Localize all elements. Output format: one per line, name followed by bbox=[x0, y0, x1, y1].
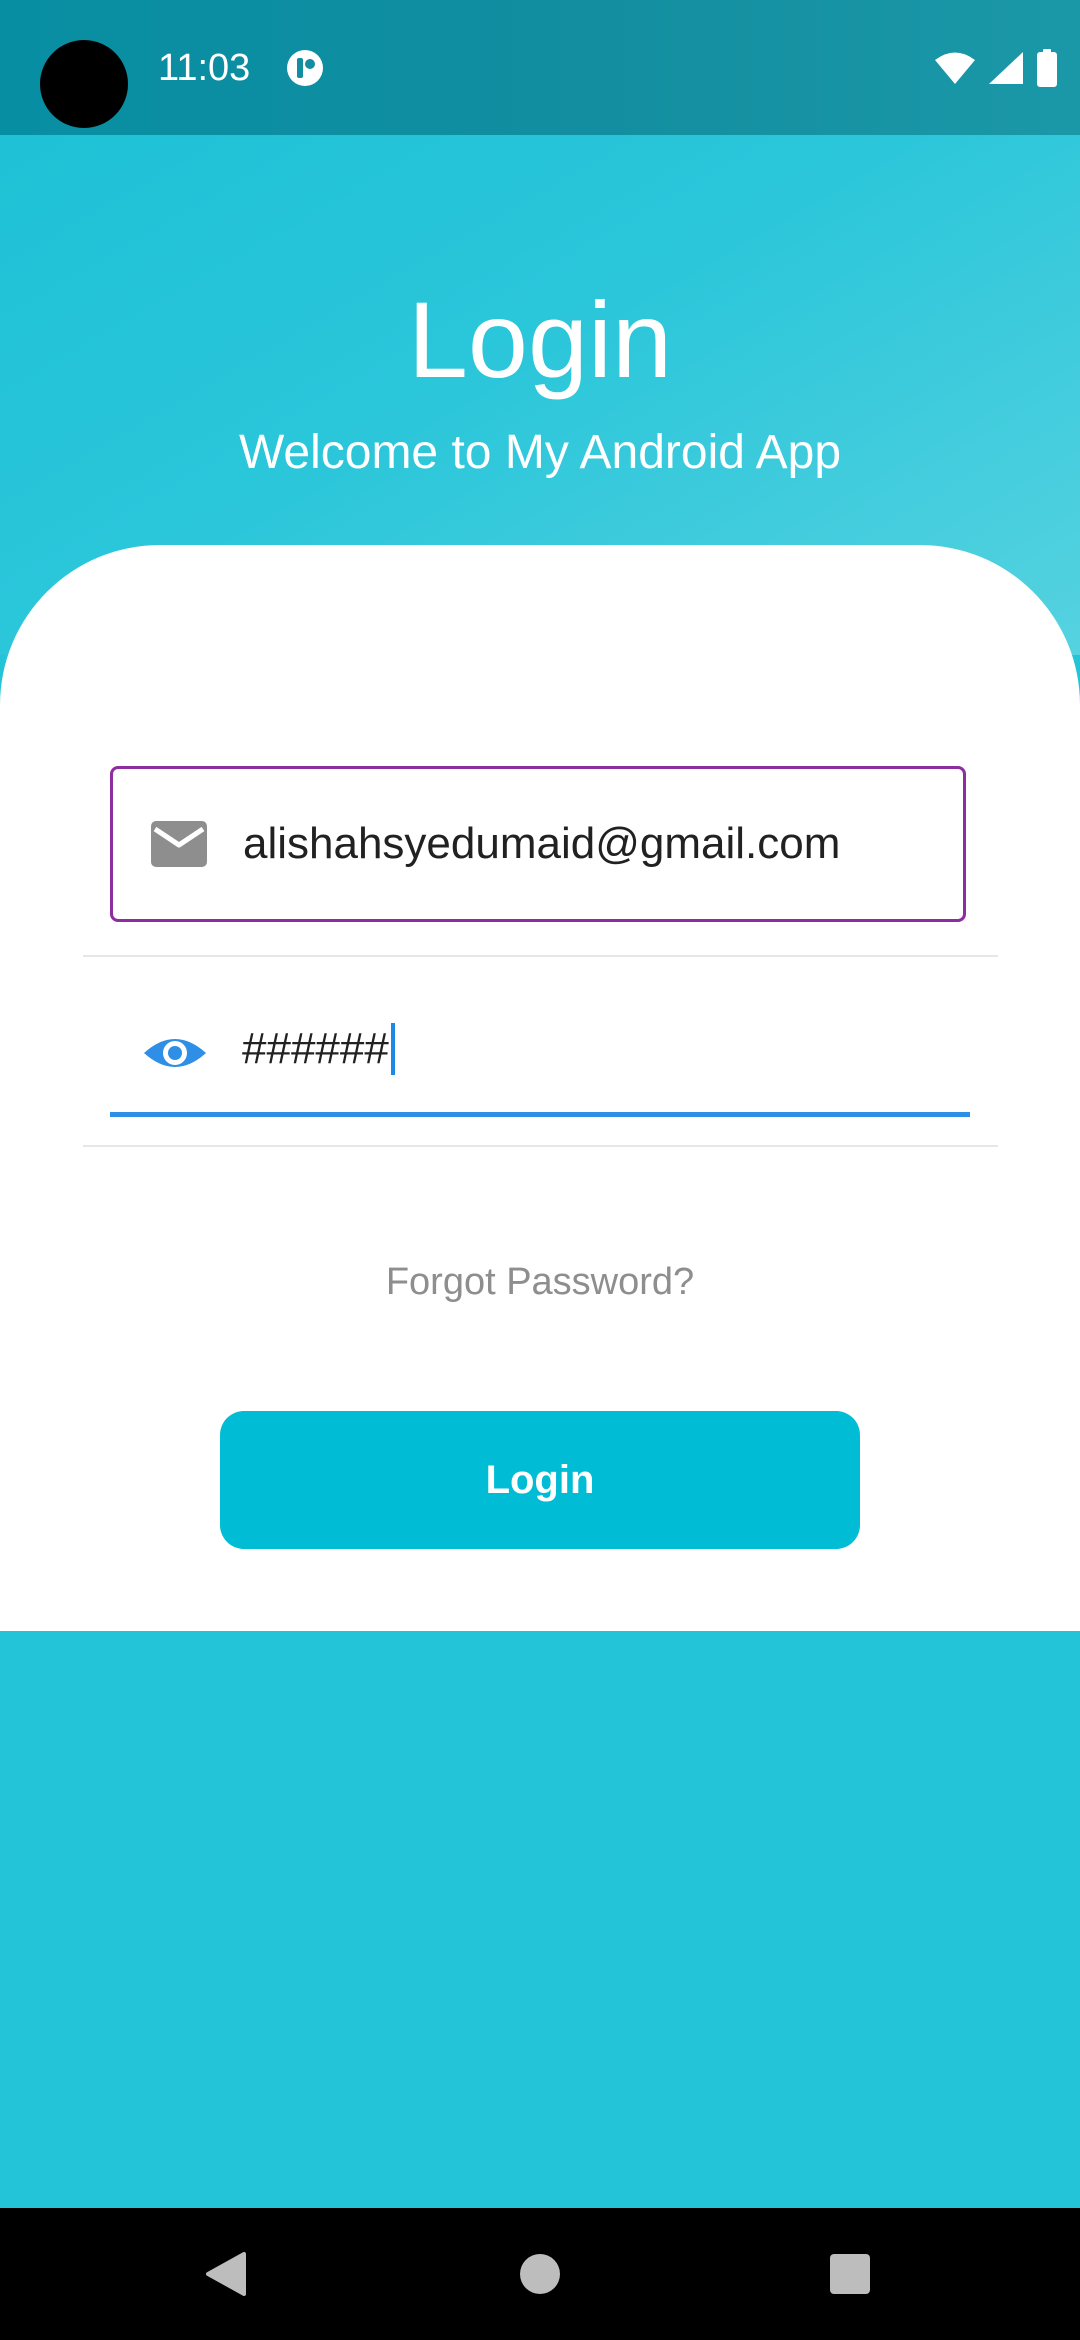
back-icon bbox=[206, 2252, 246, 2296]
home-icon bbox=[520, 2254, 560, 2294]
password-input[interactable]: ###### bbox=[242, 1016, 395, 1082]
page-subtitle: Welcome to My Android App bbox=[238, 426, 842, 479]
app-notification-icon bbox=[287, 50, 323, 86]
home-button[interactable] bbox=[480, 2208, 600, 2340]
text-cursor bbox=[390, 1023, 395, 1075]
eye-icon[interactable] bbox=[142, 1020, 208, 1086]
login-button[interactable]: Login bbox=[220, 1411, 860, 1549]
camera-cutout bbox=[40, 40, 128, 128]
field-divider bbox=[83, 1145, 998, 1147]
wifi-icon bbox=[935, 52, 975, 84]
password-underline bbox=[110, 1112, 970, 1117]
login-screen: 11:03 Login Welcome to My Android App al… bbox=[0, 0, 1080, 2340]
email-field[interactable]: alishahsyedumaid@gmail.com bbox=[110, 766, 966, 922]
password-field[interactable]: ###### bbox=[110, 970, 970, 1120]
recents-button[interactable] bbox=[790, 2208, 910, 2340]
email-input[interactable]: alishahsyedumaid@gmail.com bbox=[243, 811, 840, 877]
password-value: ###### bbox=[242, 1024, 389, 1073]
navigation-bar bbox=[0, 2208, 1080, 2340]
status-bar: 11:03 bbox=[0, 0, 1080, 135]
field-divider bbox=[83, 955, 998, 957]
email-icon bbox=[151, 821, 207, 867]
status-time: 11:03 bbox=[158, 47, 251, 89]
signal-icon bbox=[989, 52, 1023, 84]
recents-icon bbox=[830, 2254, 870, 2294]
status-icons bbox=[934, 46, 1058, 90]
login-card: alishahsyedumaid@gmail.com ###### Forgot… bbox=[0, 545, 1080, 1631]
battery-icon bbox=[1037, 49, 1057, 87]
back-button[interactable] bbox=[166, 2208, 286, 2340]
forgot-password-link[interactable]: Forgot Password? bbox=[0, 1257, 1080, 1307]
page-title: Login bbox=[407, 279, 673, 400]
